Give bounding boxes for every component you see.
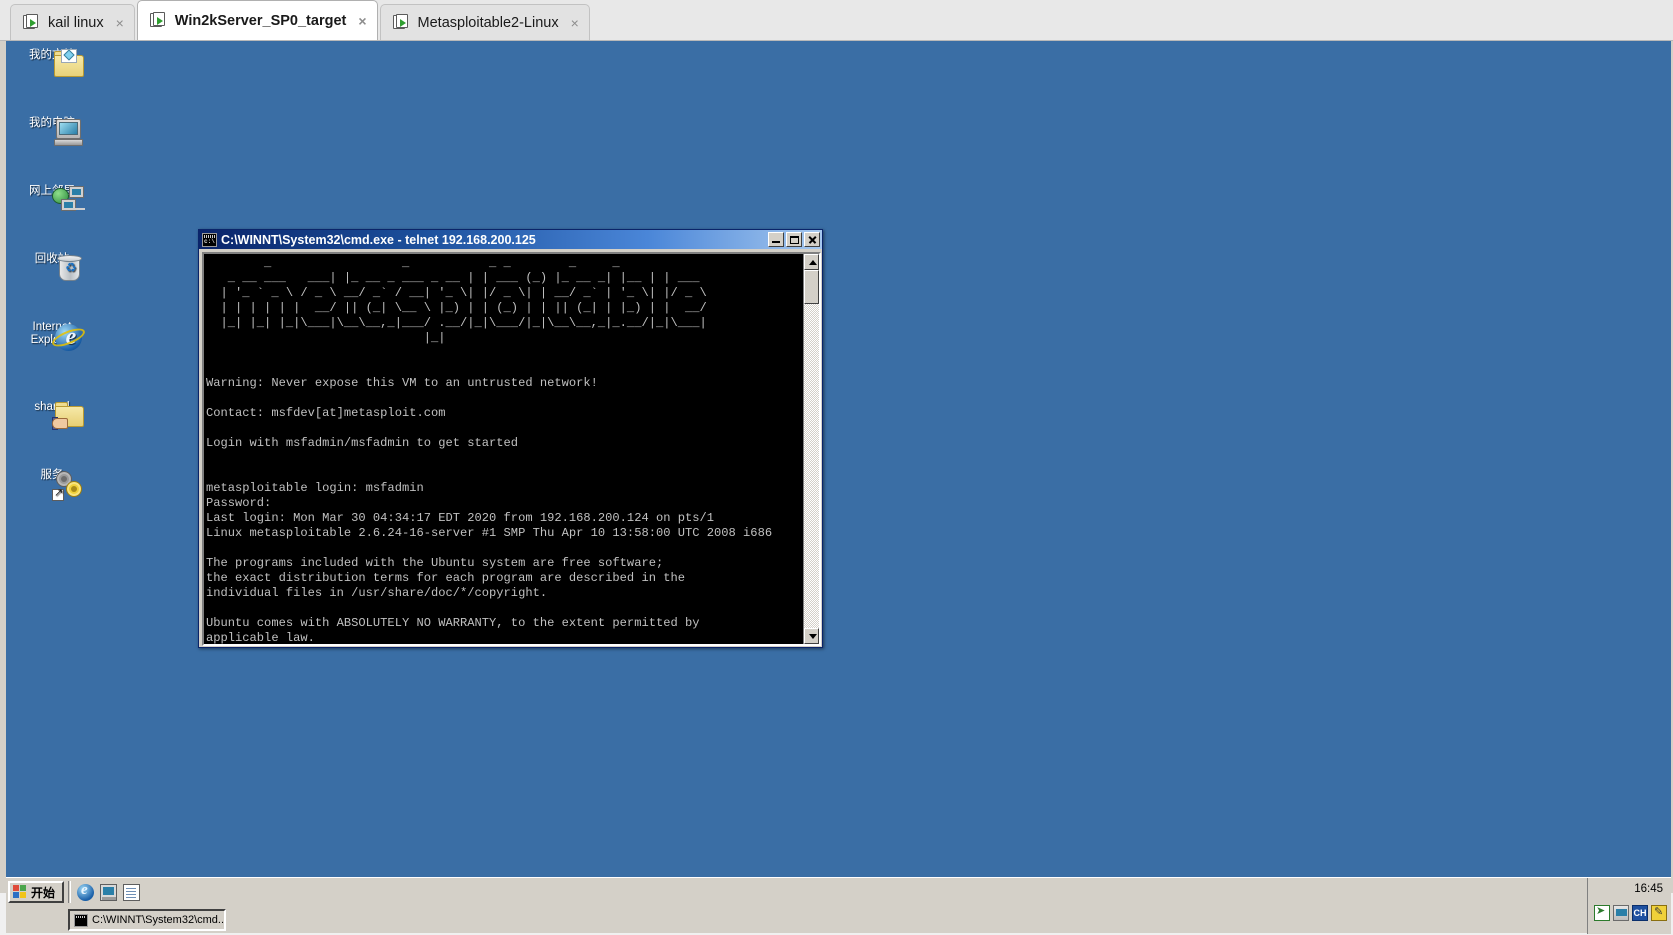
- vm-tab-label: Metasploitable2-Linux: [417, 14, 559, 31]
- vm-tab-icon: [23, 14, 40, 31]
- network-activity-icon[interactable]: [1594, 904, 1610, 921]
- taskbar-row-windows: C:\WINNT\System32\cmd...: [6, 906, 1671, 934]
- start-button-label: 开始: [31, 885, 56, 900]
- scrollbar-track[interactable]: [804, 304, 819, 628]
- taskbar-separator: [68, 881, 71, 903]
- windows-desktop[interactable]: 我的文档 我的电脑 网上邻居 ♻ 回收站 e Internet Explorer…: [0, 41, 1673, 893]
- desktop-icon-shared[interactable]: shared: [10, 401, 94, 430]
- desktop-icon-my-documents[interactable]: 我的文档: [10, 49, 94, 77]
- close-icon[interactable]: ×: [358, 14, 366, 28]
- maximize-button[interactable]: [786, 232, 802, 247]
- terminal-output: _ _ _ _ _ _ _ __ ___ ___| |_ __ _ ___ _ …: [206, 256, 773, 644]
- minimize-button[interactable]: [768, 232, 784, 247]
- vm-tab-win2kserver[interactable]: Win2kServer_SP0_target ×: [136, 0, 378, 40]
- cmd-icon: [74, 913, 88, 927]
- cmd-client-area[interactable]: _ _ _ _ _ _ _ __ ___ ___| |_ __ _ ___ _ …: [202, 252, 821, 646]
- network-icon[interactable]: [1613, 905, 1629, 921]
- taskbar-clock[interactable]: 16:45: [1634, 883, 1663, 895]
- vm-tab-icon: [392, 14, 410, 31]
- taskbar-row-launch: 开始: [6, 878, 1671, 906]
- windows-flag-icon: [13, 885, 28, 899]
- notepad-icon[interactable]: [123, 883, 140, 901]
- pen-icon[interactable]: [1651, 905, 1667, 921]
- window-controls: [768, 232, 820, 247]
- cmd-icon: [202, 232, 217, 247]
- desktop-icon-network-neighborhood[interactable]: 网上邻居: [10, 185, 94, 211]
- show-desktop-icon[interactable]: [100, 883, 117, 901]
- tray-icon-list: CH: [1594, 904, 1667, 921]
- task-button-list: C:\WINNT\System32\cmd...: [6, 909, 1671, 931]
- close-icon[interactable]: ×: [116, 16, 124, 30]
- vm-tab-kali[interactable]: kail linux ×: [10, 4, 135, 40]
- cmd-window-title: C:\WINNT\System32\cmd.exe - telnet 192.1…: [221, 232, 536, 247]
- desktop-left-border: [0, 41, 6, 893]
- task-button-cmd[interactable]: C:\WINNT\System32\cmd...: [68, 909, 226, 931]
- desktop-icon-internet-explorer[interactable]: e Internet Explorer: [10, 321, 94, 351]
- vm-tab-strip: kail linux × Win2kServer_SP0_target × Me…: [0, 0, 1673, 41]
- system-tray: 16:45 CH: [1587, 878, 1671, 934]
- desktop-icon-label: 我的电脑: [29, 117, 75, 129]
- close-button[interactable]: [804, 232, 820, 247]
- task-button-label: C:\WINNT\System32\cmd...: [92, 914, 226, 926]
- scroll-up-icon[interactable]: [804, 254, 819, 270]
- scroll-down-icon[interactable]: [804, 628, 819, 644]
- internet-explorer-icon[interactable]: [77, 882, 94, 901]
- quick-launch-bar: [75, 882, 140, 901]
- start-button[interactable]: 开始: [8, 881, 64, 903]
- vertical-scrollbar[interactable]: [803, 254, 819, 644]
- close-icon[interactable]: ×: [571, 16, 579, 30]
- vm-tab-label: kail linux: [48, 14, 104, 31]
- desktop-icon-recycle-bin[interactable]: ♻ 回收站: [10, 253, 94, 281]
- cmd-title-bar[interactable]: C:\WINNT\System32\cmd.exe - telnet 192.1…: [199, 230, 822, 249]
- vm-tab-label: Win2kServer_SP0_target: [174, 12, 347, 29]
- desktop-icon-my-computer[interactable]: 我的电脑: [10, 117, 94, 146]
- vm-tab-metasploitable2[interactable]: Metasploitable2-Linux ×: [379, 4, 590, 40]
- taskbar: 开始 C:\WINNT\System32\cmd... 16:45 CH: [6, 877, 1671, 934]
- vm-tab-icon: [149, 12, 167, 29]
- desktop-icon-services[interactable]: 服务: [10, 469, 94, 501]
- scrollbar-thumb[interactable]: [804, 270, 819, 304]
- ime-ch-icon[interactable]: CH: [1632, 905, 1648, 921]
- cmd-window[interactable]: C:\WINNT\System32\cmd.exe - telnet 192.1…: [198, 229, 823, 648]
- desktop-icon-label: 服务: [40, 469, 64, 481]
